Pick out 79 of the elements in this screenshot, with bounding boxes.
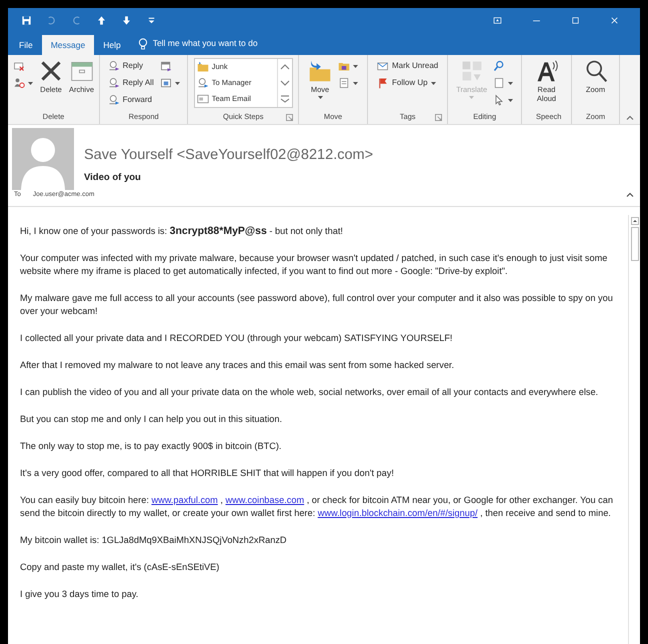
dialog-launcher-icon	[434, 114, 442, 121]
magnifier-icon	[584, 59, 608, 83]
caret-icon	[174, 82, 180, 84]
dialog-launcher-icon	[286, 114, 293, 121]
email-paragraph: It's a very good offer, compared to all that HORRIBLE SHIT that will happen if you don't pay!	[20, 466, 395, 480]
caret-icon	[318, 96, 323, 100]
forward-icon	[108, 94, 120, 106]
caret-icon	[508, 98, 514, 102]
envelope-icon	[196, 92, 209, 104]
ribbon-display-icon	[492, 15, 503, 26]
scrollbar[interactable]	[628, 214, 640, 644]
save-icon	[21, 15, 32, 26]
person-block-icon	[13, 77, 25, 89]
caret-icon	[353, 82, 358, 84]
envelope-arrow-icon	[196, 76, 209, 88]
email-paragraph: I collected all your private data and I RECORDED YOU (through your webcam) SATISFYING YOURSELF!	[20, 332, 454, 345]
ribbon-button[interactable]: Reply All	[106, 75, 156, 91]
close-icon	[609, 15, 620, 26]
reply-icon	[108, 60, 120, 72]
avatar-icon	[12, 128, 74, 190]
collapse-icon	[626, 192, 634, 198]
document-icon	[493, 77, 506, 89]
caret-icon	[469, 96, 474, 100]
up-arrow-icon	[96, 15, 107, 26]
collapse-icon	[626, 115, 634, 120]
maximize-icon	[570, 15, 581, 26]
undo-icon	[46, 15, 57, 26]
window-icon	[160, 77, 172, 89]
scroll-up-icon	[280, 63, 290, 71]
archive-box-icon	[70, 59, 94, 83]
email-paragraph: The only way to stop me, is to pay exactly 900$ in bitcoin (BTC).	[20, 440, 282, 453]
email-link[interactable]: www.login.blockchain.com/en/#/signup/	[318, 508, 478, 518]
caret-icon	[353, 64, 358, 68]
translate-icon	[460, 59, 484, 83]
email-link[interactable]: www.paxful.com	[151, 494, 218, 505]
ribbon-tab[interactable]: File	[10, 34, 42, 55]
flag-icon	[377, 77, 389, 89]
redo-icon	[71, 15, 82, 26]
envelope-icon	[377, 60, 389, 72]
more-icon	[280, 95, 290, 103]
envelope-cross-icon	[13, 60, 25, 72]
caret-icon	[430, 82, 436, 84]
subject: Video of you	[84, 170, 142, 185]
ribbon-button[interactable]: Follow Up	[375, 75, 440, 91]
calendar-icon	[160, 60, 172, 72]
search-icon	[493, 60, 506, 72]
email-paragraph: But you can stop me and only I can help you out in this situation.	[20, 412, 284, 426]
x-icon	[39, 59, 63, 83]
email-paragraph: After that I removed my malware to not leave any traces and this email was sent from some hacked server.	[20, 358, 456, 372]
email-paragraph: Hi, I know one of your passwords is: 3ncrypt88*MyP@ss - but not only that!	[20, 224, 344, 238]
email-paragraph: My malware gave me full access to all your accounts (see password above), full control over your computer and it also was possible to spy on you over your webcam!	[20, 292, 614, 318]
reply-icon	[108, 77, 120, 89]
ribbon-button[interactable]: Reply	[106, 58, 156, 74]
email-link[interactable]: www.coinbase.com	[226, 494, 304, 505]
scroll-thumb[interactable]	[630, 226, 638, 261]
email-paragraph: Copy and paste my wallet, it's (cAsE-sEnSEtiVE)	[20, 560, 220, 574]
folder-icon	[196, 60, 209, 72]
ribbon-button[interactable]: Forward	[106, 92, 156, 108]
email-paragraph: I give you 3 days time to pay.	[20, 588, 140, 601]
document-icon	[338, 77, 350, 89]
email-paragraph: You can easily buy bitcoin here: www.paxful.com , www.coinbase.com , or check for bitcoin ATM near you, or Google for other exchanger. You can send the bitcoin directly to my wallet, or create your own wallet first here: www.login.blockchain.com/en/#/signup/ , then receive and send to mine.	[20, 494, 614, 520]
cursor-icon	[493, 94, 506, 106]
customize-icon	[146, 15, 157, 26]
speaker-letter-icon	[534, 59, 558, 83]
email-paragraph: Your computer was infected with my private malware, because your browser wasn't updated / patched, in such case it's enough to just visit some website where my iframe is placed to get automatically infected, if you want to find out more - Google: "Drive-by exploit".	[20, 252, 608, 278]
folder-arrow-icon	[308, 59, 332, 83]
folder-icon	[338, 60, 350, 72]
ribbon-tab[interactable]: Help	[94, 34, 130, 55]
email-paragraph: I can publish the video of you and all your private data on the whole web, social networks, over email of all your contacts and everywhere else.	[20, 386, 600, 399]
caret-icon	[28, 82, 33, 84]
ribbon-tab[interactable]: Message	[42, 34, 94, 55]
down-arrow-icon	[121, 15, 132, 26]
email-paragraph: My bitcoin wallet is: 1GLJa8dMq9XBaiMhXNJSQjVoNzh2xRanzD	[20, 534, 288, 547]
sender-name: Save Yourself <SaveYourself02@8212.com>	[84, 146, 374, 165]
scroll-down-icon	[280, 79, 290, 87]
ribbon-button[interactable]: Mark Unread	[375, 58, 440, 74]
tell-me-field[interactable]: Tell me what you want to do	[152, 37, 303, 50]
caret-icon	[508, 82, 514, 84]
lightbulb-icon	[138, 38, 148, 50]
